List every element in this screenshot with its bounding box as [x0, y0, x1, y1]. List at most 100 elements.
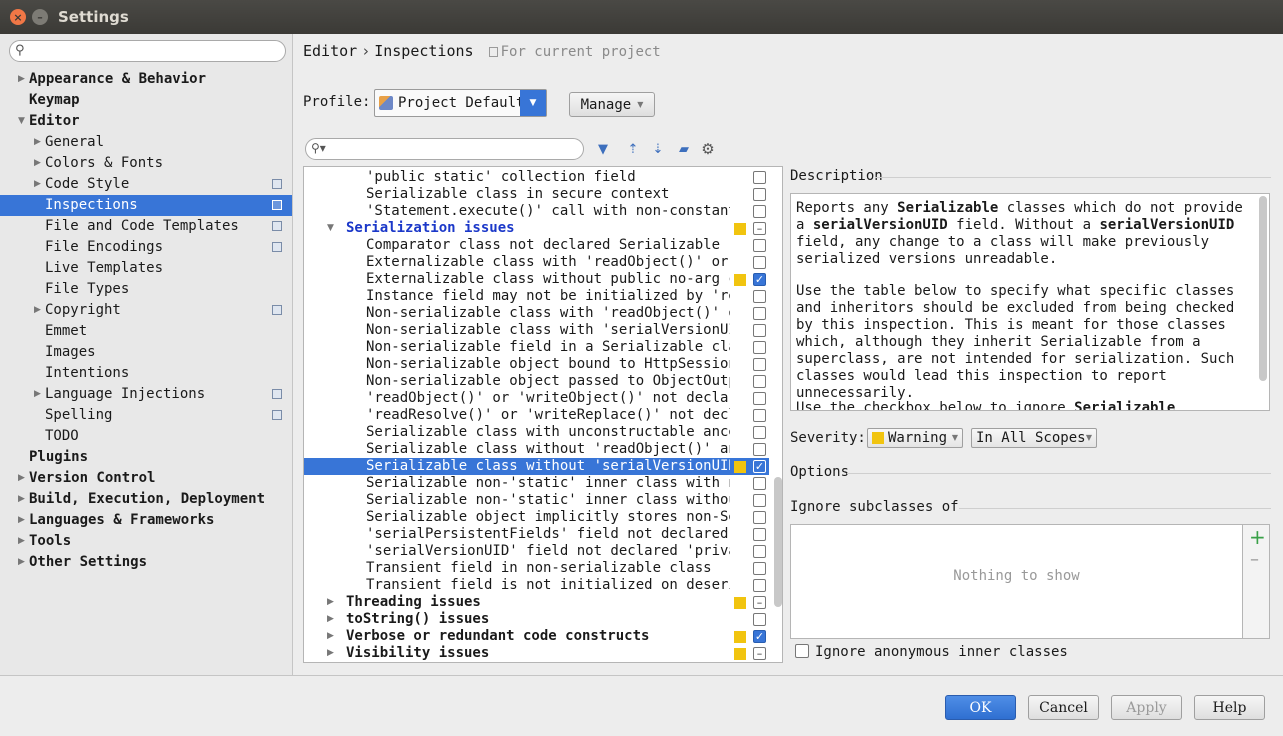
inspection-row[interactable]: Serializable non-'static' inner class wi… — [304, 475, 769, 492]
chevron-right-icon[interactable]: ▶ — [34, 384, 41, 405]
inspection-row[interactable]: 'readObject()' or 'writeObject()' not de… — [304, 390, 769, 407]
inspection-row[interactable]: 'Statement.execute()' call with non-cons… — [304, 203, 769, 220]
chevron-right-icon[interactable]: ▶ — [327, 645, 334, 662]
inspection-checkbox[interactable] — [753, 239, 766, 252]
settings-search-input[interactable]: ⚲ — [9, 40, 286, 62]
help-button[interactable]: Help — [1194, 695, 1265, 720]
reset-icon[interactable]: ▰ — [675, 140, 693, 158]
inspection-checkbox[interactable]: ✓ — [753, 460, 766, 473]
inspection-checkbox[interactable] — [753, 613, 766, 626]
inspection-row[interactable]: ▶ Visibility issues – — [304, 645, 769, 662]
chevron-right-icon[interactable]: ▶ — [18, 531, 25, 552]
inspection-row[interactable]: Externalizable class with 'readObject()'… — [304, 254, 769, 271]
inspection-row[interactable]: Serializable class in secure context — [304, 186, 769, 203]
inspection-checkbox[interactable] — [753, 205, 766, 218]
sidebar-item[interactable]: File and Code Templates — [0, 216, 292, 237]
inspection-row[interactable]: Non-serializable field in a Serializable… — [304, 339, 769, 356]
chevron-right-icon[interactable]: ▶ — [34, 300, 41, 321]
manage-button[interactable]: Manage ▼ — [569, 92, 655, 117]
ignore-subclasses-list[interactable]: Nothing to show — [790, 524, 1243, 639]
sidebar-item[interactable]: Live Templates — [0, 258, 292, 279]
sidebar-item[interactable]: ▶ Language Injections — [0, 384, 292, 405]
inspection-row[interactable]: Serializable object implicitly stores no… — [304, 509, 769, 526]
inspection-checkbox[interactable] — [753, 358, 766, 371]
sidebar-item[interactable]: TODO — [0, 426, 292, 447]
filter-icon[interactable]: ▼ — [594, 140, 612, 158]
inspection-row[interactable]: Externalizable class without public no-a… — [304, 271, 769, 288]
sidebar-item[interactable]: ▶ Build, Execution, Deployment — [0, 489, 292, 510]
gear-icon[interactable]: ⚙ — [699, 140, 717, 158]
inspection-row[interactable]: Serializable class without 'serialVersio… — [304, 458, 769, 475]
inspection-checkbox[interactable] — [753, 375, 766, 388]
inspection-checkbox[interactable] — [753, 409, 766, 422]
chevron-right-icon[interactable]: ▶ — [34, 132, 41, 153]
inspection-checkbox[interactable]: – — [753, 222, 766, 235]
inspection-row[interactable]: 'public static' collection field — [304, 169, 769, 186]
inspection-row[interactable]: Non-serializable object passed to Object… — [304, 373, 769, 390]
inspection-checkbox[interactable] — [753, 290, 766, 303]
inspection-row[interactable]: Non-serializable class with 'serialVersi… — [304, 322, 769, 339]
close-window-button[interactable]: × — [10, 9, 26, 25]
inspection-checkbox[interactable] — [753, 256, 766, 269]
inspection-checkbox[interactable] — [753, 324, 766, 337]
inspection-row[interactable]: 'readResolve()' or 'writeReplace()' not … — [304, 407, 769, 424]
ok-button[interactable]: OK — [945, 695, 1016, 720]
inspection-checkbox[interactable]: ✓ — [753, 273, 766, 286]
chevron-right-icon[interactable]: ▶ — [18, 510, 25, 531]
sidebar-item[interactable]: File Types — [0, 279, 292, 300]
chevron-down-icon[interactable]: ▼ — [327, 220, 334, 237]
cancel-button[interactable]: Cancel — [1028, 695, 1099, 720]
chevron-right-icon[interactable]: ▶ — [18, 468, 25, 489]
chevron-right-icon[interactable]: ▶ — [18, 69, 25, 90]
sidebar-item[interactable]: Images — [0, 342, 292, 363]
inspection-checkbox[interactable] — [753, 562, 766, 575]
inspection-checkbox[interactable] — [753, 426, 766, 439]
sidebar-item[interactable]: Spelling — [0, 405, 292, 426]
inspection-row[interactable]: Transient field in non-serializable clas… — [304, 560, 769, 577]
profile-select[interactable]: Project Default ▼ — [374, 89, 547, 117]
inspection-row[interactable]: Transient field is not initialized on de… — [304, 577, 769, 594]
inspection-search-input[interactable]: ⚲▾ — [305, 138, 584, 160]
sidebar-item[interactable]: ▶ Colors & Fonts — [0, 153, 292, 174]
inspection-row[interactable]: Serializable non-'static' inner class wi… — [304, 492, 769, 509]
scrollbar[interactable] — [774, 477, 782, 607]
sidebar-item[interactable]: ▶ Other Settings — [0, 552, 292, 573]
inspection-row[interactable]: ▶ Threading issues – — [304, 594, 769, 611]
inspection-row[interactable]: ▶ toString() issues — [304, 611, 769, 628]
sidebar-item[interactable]: ▶ Code Style — [0, 174, 292, 195]
sidebar-item[interactable]: Inspections — [0, 195, 292, 216]
inspection-row[interactable]: 'serialPersistentFields' field not decla… — [304, 526, 769, 543]
inspection-tree[interactable]: 'public static' collection field Serializ… — [303, 166, 783, 663]
inspection-checkbox[interactable] — [753, 443, 766, 456]
inspection-checkbox[interactable] — [753, 392, 766, 405]
inspection-checkbox[interactable] — [753, 171, 766, 184]
sidebar-item[interactable]: ▼ Editor — [0, 111, 292, 132]
inspection-checkbox[interactable] — [753, 511, 766, 524]
chevron-down-icon[interactable]: ▼ — [18, 111, 25, 132]
minimize-window-button[interactable]: – — [32, 9, 48, 25]
chevron-right-icon[interactable]: ▶ — [18, 489, 25, 510]
inspection-checkbox[interactable]: ✓ — [753, 630, 766, 643]
inspection-row[interactable]: 'serialVersionUID' field not declared 'p… — [304, 543, 769, 560]
sidebar-item[interactable]: ▶ Tools — [0, 531, 292, 552]
chevron-right-icon[interactable]: ▶ — [327, 611, 334, 628]
chevron-down-icon[interactable]: ▼ — [520, 90, 546, 116]
inspection-row[interactable]: Comparator class not declared Serializab… — [304, 237, 769, 254]
inspection-row[interactable]: Non-serializable object bound to HttpSes… — [304, 356, 769, 373]
inspection-row[interactable]: Serializable class without 'readObject()… — [304, 441, 769, 458]
scrollbar[interactable] — [1259, 196, 1267, 381]
sidebar-item[interactable]: ▶ Version Control — [0, 468, 292, 489]
inspection-checkbox[interactable] — [753, 545, 766, 558]
inspection-checkbox[interactable] — [753, 188, 766, 201]
sidebar-item[interactable]: Keymap — [0, 90, 292, 111]
sidebar-item[interactable]: ▶ General — [0, 132, 292, 153]
scope-select[interactable]: In All Scopes ▼ — [971, 428, 1097, 448]
chevron-right-icon[interactable]: ▶ — [18, 552, 25, 573]
inspection-checkbox[interactable]: – — [753, 596, 766, 609]
apply-button[interactable]: Apply — [1111, 695, 1182, 720]
sidebar-item[interactable]: Intentions — [0, 363, 292, 384]
ignore-anonymous-checkbox[interactable]: Ignore anonymous inner classes — [795, 644, 1068, 660]
inspection-checkbox[interactable] — [753, 579, 766, 592]
chevron-right-icon[interactable]: ▶ — [34, 153, 41, 174]
sidebar-item[interactable]: ▶ Appearance & Behavior — [0, 69, 292, 90]
